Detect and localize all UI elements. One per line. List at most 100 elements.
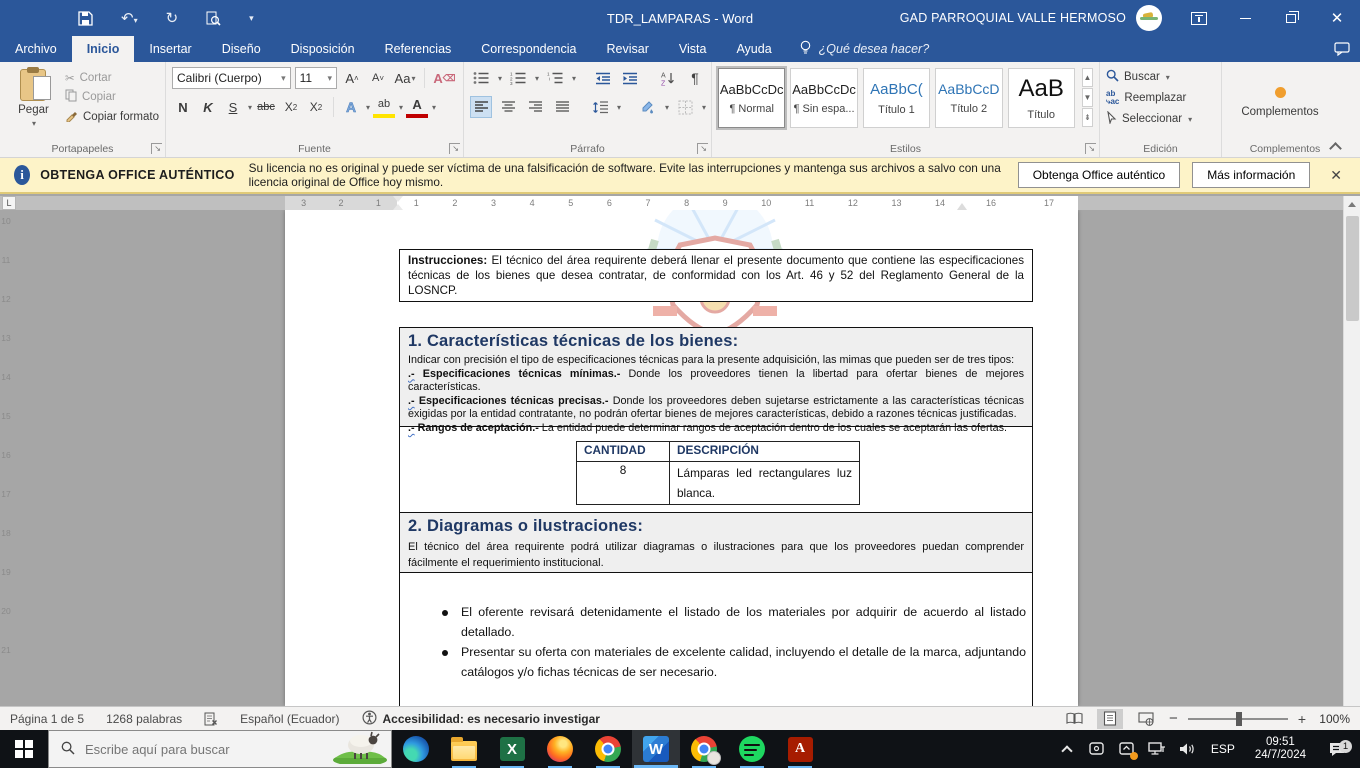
- right-indent-marker[interactable]: [957, 203, 967, 210]
- italic-button[interactable]: K: [197, 96, 219, 118]
- print-preview-icon[interactable]: [206, 11, 221, 26]
- teams-icon[interactable]: [1085, 730, 1109, 768]
- font-color-arrow[interactable]: ▾: [432, 103, 436, 112]
- paste-dropdown-arrow[interactable]: ▾: [32, 119, 36, 128]
- align-left-button[interactable]: [470, 96, 492, 118]
- format-painter-button[interactable]: Copiar formato: [65, 109, 159, 125]
- shading-arrow[interactable]: ▾: [665, 103, 669, 112]
- taskbar-app-chrome-profile[interactable]: [680, 730, 728, 768]
- styles-scroll-down[interactable]: ▼: [1082, 88, 1093, 107]
- clipboard-dialog-launcher[interactable]: ↘: [151, 143, 162, 154]
- font-color-button[interactable]: A: [406, 96, 428, 118]
- quantities-table[interactable]: CANTIDAD DESCRIPCIÓN 8 Lámparas led rect…: [576, 441, 860, 505]
- tab-disposicion[interactable]: Disposición: [276, 36, 370, 62]
- taskbar-app-excel[interactable]: X: [488, 730, 536, 768]
- horizontal-ruler[interactable]: 321 1234567891011121314 1617: [0, 196, 1343, 210]
- taskbar-app-edge[interactable]: [392, 730, 440, 768]
- close-button[interactable]: ✕: [1314, 0, 1360, 36]
- hidden-icons-chevron[interactable]: [1055, 730, 1079, 768]
- shading-button[interactable]: [637, 96, 659, 118]
- start-button[interactable]: [0, 730, 48, 768]
- style-normal[interactable]: AaBbCcDc¶ Normal: [718, 68, 785, 128]
- highlight-arrow[interactable]: ▾: [399, 103, 403, 112]
- font-name-combo[interactable]: Calibri (Cuerpo)▾: [172, 67, 291, 89]
- sort-button[interactable]: AZ: [657, 67, 679, 89]
- speaker-icon[interactable]: [1175, 730, 1199, 768]
- document-area[interactable]: 101112131415161718192021 Instrucciones: …: [0, 210, 1343, 706]
- tab-vista[interactable]: Vista: [664, 36, 722, 62]
- minimize-button[interactable]: [1222, 0, 1268, 36]
- instructions-box[interactable]: Instrucciones: El técnico del área requi…: [399, 249, 1033, 302]
- numbered-list-button[interactable]: 123: [507, 67, 529, 89]
- subscript-button[interactable]: X2: [280, 96, 302, 118]
- network-icon[interactable]: [1145, 730, 1169, 768]
- first-line-indent-marker[interactable]: [393, 196, 403, 202]
- page-indicator[interactable]: Página 1 de 5: [10, 712, 84, 726]
- redo-icon[interactable]: ↻: [166, 11, 179, 26]
- style-sin-espaciado[interactable]: AaBbCcDc¶ Sin espa...: [790, 68, 857, 128]
- find-button[interactable]: Buscar▾: [1106, 69, 1215, 85]
- keyboard-language[interactable]: ESP: [1205, 742, 1241, 756]
- text-effects-button[interactable]: A: [340, 96, 362, 118]
- paste-button[interactable]: Pegar ▾: [6, 67, 61, 141]
- line-spacing-arrow[interactable]: ▾: [617, 103, 621, 112]
- borders-button[interactable]: [674, 96, 696, 118]
- bullet-list-button[interactable]: [470, 67, 492, 89]
- styles-scroll-up[interactable]: ▲: [1082, 68, 1093, 87]
- tab-revisar[interactable]: Revisar: [591, 36, 663, 62]
- style-titulo[interactable]: AaBTítulo: [1008, 68, 1075, 128]
- underline-dropdown-arrow[interactable]: ▾: [248, 103, 252, 112]
- taskbar-app-file-explorer[interactable]: [440, 730, 488, 768]
- zoom-slider-thumb[interactable]: [1236, 712, 1242, 726]
- tab-inicio[interactable]: Inicio: [72, 36, 135, 62]
- restore-button[interactable]: [1268, 0, 1314, 36]
- justify-button[interactable]: [551, 96, 573, 118]
- underline-button[interactable]: S: [222, 96, 244, 118]
- increase-indent-button[interactable]: [619, 67, 641, 89]
- align-center-button[interactable]: [497, 96, 519, 118]
- save-icon[interactable]: [78, 11, 93, 26]
- tab-referencias[interactable]: Referencias: [370, 36, 467, 62]
- language-indicator[interactable]: Español (Ecuador): [240, 712, 339, 726]
- text-effects-arrow[interactable]: ▾: [366, 103, 370, 112]
- multilevel-list-button[interactable]: 1i: [544, 67, 566, 89]
- shrink-font-button[interactable]: A˅: [367, 67, 389, 89]
- comments-icon[interactable]: [1334, 36, 1350, 62]
- taskbar-app-spotify[interactable]: [728, 730, 776, 768]
- search-input[interactable]: [85, 742, 315, 757]
- styles-gallery-expand[interactable]: ⇟: [1082, 108, 1093, 127]
- borders-arrow[interactable]: ▾: [702, 103, 706, 112]
- bold-button[interactable]: N: [172, 96, 194, 118]
- undo-icon[interactable]: ↶▾: [121, 11, 138, 26]
- highlight-button[interactable]: ab: [373, 96, 395, 118]
- bullet-list-arrow[interactable]: ▾: [498, 74, 502, 83]
- superscript-button[interactable]: X2: [305, 96, 327, 118]
- updates-icon[interactable]: [1115, 730, 1139, 768]
- clear-formatting-button[interactable]: A⌫: [432, 67, 457, 89]
- numbered-list-arrow[interactable]: ▾: [535, 74, 539, 83]
- tab-diseno[interactable]: Diseño: [207, 36, 276, 62]
- copy-button[interactable]: Copiar: [65, 89, 159, 105]
- cut-button[interactable]: ✂Cortar: [65, 71, 159, 85]
- font-dialog-launcher[interactable]: ↘: [449, 143, 460, 154]
- more-info-button[interactable]: Más información: [1192, 162, 1310, 188]
- scrollbar-thumb[interactable]: [1346, 216, 1359, 321]
- style-titulo2[interactable]: AaBbCcDTítulo 2: [935, 68, 1002, 128]
- multilevel-list-arrow[interactable]: ▾: [572, 74, 576, 83]
- zoom-in-icon[interactable]: +: [1298, 711, 1306, 727]
- taskbar-app-word[interactable]: W: [632, 730, 680, 768]
- get-genuine-office-button[interactable]: Obtenga Office auténtico: [1018, 162, 1181, 188]
- strikethrough-button[interactable]: abc: [255, 96, 277, 118]
- print-layout-icon[interactable]: [1097, 709, 1123, 729]
- read-mode-icon[interactable]: [1061, 709, 1087, 729]
- taskbar-clock[interactable]: 09:51 24/7/2024: [1247, 736, 1314, 762]
- tab-archivo[interactable]: Archivo: [0, 36, 72, 62]
- addins-button[interactable]: Complementos: [1228, 67, 1332, 137]
- line-spacing-button[interactable]: [589, 96, 611, 118]
- account-name[interactable]: GAD PARROQUIAL VALLE HERMOSO: [900, 11, 1126, 25]
- font-size-combo[interactable]: 11▾: [295, 67, 337, 89]
- zoom-out-icon[interactable]: −: [1169, 710, 1178, 727]
- account-avatar[interactable]: [1136, 5, 1162, 31]
- select-button[interactable]: Seleccionar▾: [1106, 111, 1215, 127]
- action-center-icon[interactable]: 1: [1320, 741, 1354, 758]
